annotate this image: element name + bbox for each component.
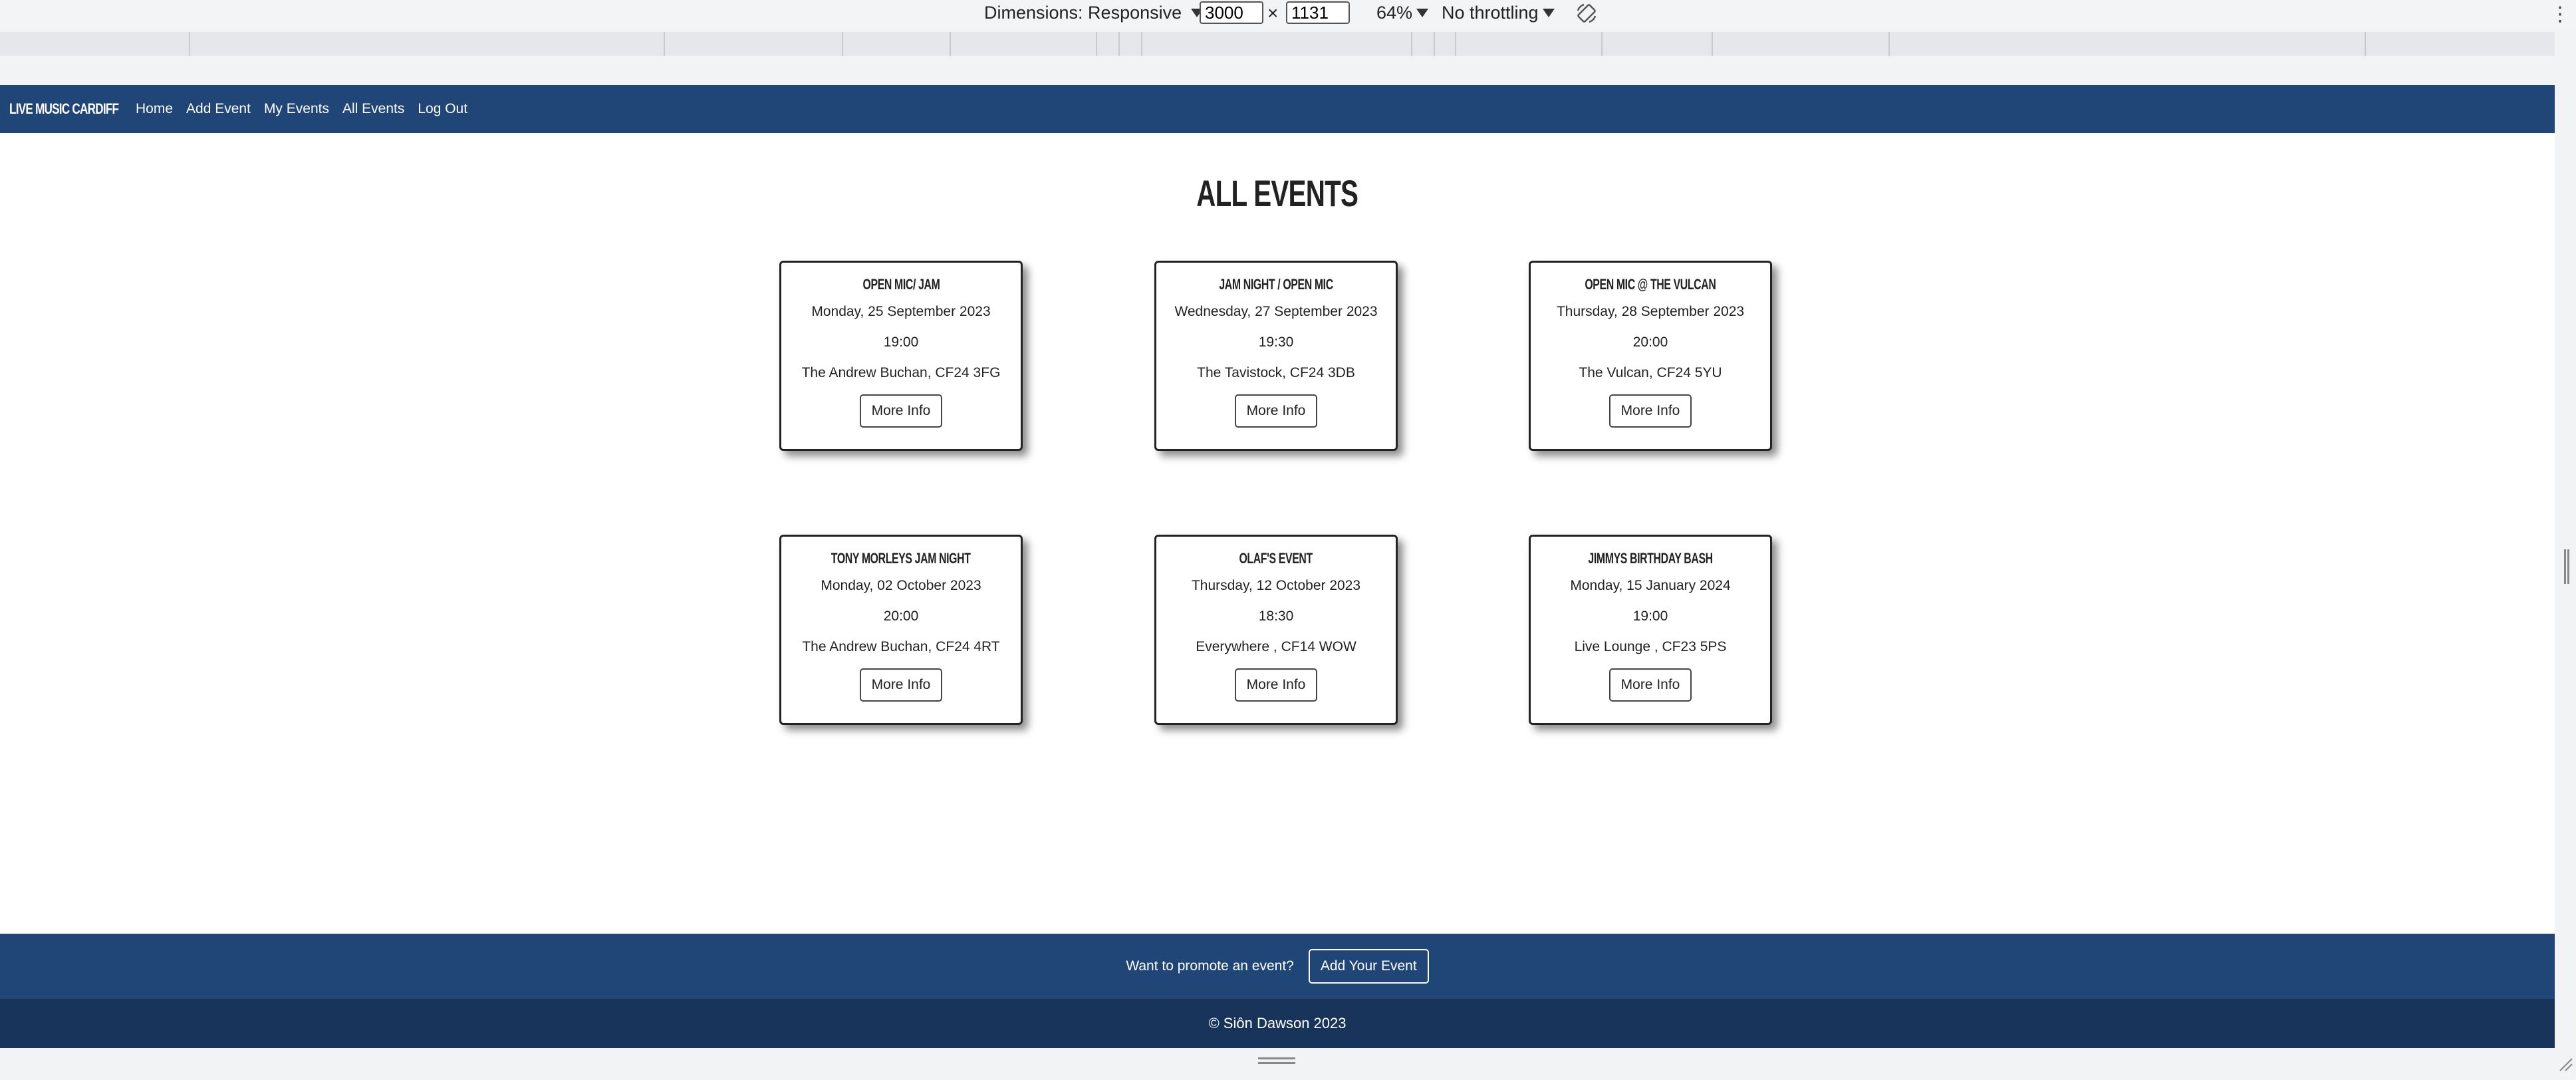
rotate-icon[interactable] [1575, 1, 1599, 25]
zoom-dropdown[interactable]: 64% [1376, 3, 1429, 23]
height-input[interactable] [1286, 1, 1350, 24]
event-time: 20:00 [1632, 335, 1668, 350]
promo-text: Want to promote an event? [1126, 958, 1294, 974]
event-title: Jimmys birthday bash [1588, 550, 1713, 567]
resize-handle-bottom[interactable] [1258, 1057, 1295, 1064]
nav-link-my-events[interactable]: My Events [264, 101, 329, 117]
event-venue: Everywhere , CF14 WOW [1196, 639, 1356, 654]
event-card: Open Mic/ Jam Monday, 25 September 2023 … [779, 261, 1023, 451]
devtools-toolbar: Dimensions: Responsive × 64% No throttli… [0, 0, 2576, 29]
more-info-button[interactable]: More Info [859, 394, 943, 428]
brand-logo[interactable]: Live Music Cardiff [9, 100, 119, 118]
emulated-page: Live Music Cardiff Home Add Event My Eve… [0, 85, 2555, 1048]
kebab-menu-icon[interactable]: ⋮ [2550, 3, 2570, 26]
event-venue: The Vulcan, CF24 5YU [1579, 365, 1722, 380]
event-card: Tony Morleys Jam night Monday, 02 Octobe… [779, 535, 1023, 725]
more-info-button[interactable]: More Info [1234, 668, 1318, 702]
footer-copyright: © Siôn Dawson 2023 [0, 999, 2555, 1048]
event-venue: The Andrew Buchan, CF24 4RT [802, 639, 1000, 654]
nav-link-home[interactable]: Home [136, 101, 173, 117]
resize-handle-right[interactable] [2564, 549, 2569, 584]
more-info-button[interactable]: More Info [1609, 394, 1692, 428]
event-venue: The Andrew Buchan, CF24 3FG [801, 365, 1001, 380]
nav-link-log-out[interactable]: Log Out [418, 101, 467, 117]
page-title: All Events [1196, 172, 1359, 214]
nav-link-all-events[interactable]: All Events [342, 101, 404, 117]
event-date: Thursday, 12 October 2023 [1191, 578, 1361, 593]
event-card: Jimmys birthday bash Monday, 15 January … [1529, 535, 1772, 725]
event-date: Wednesday, 27 September 2023 [1174, 304, 1378, 319]
more-info-button[interactable]: More Info [1609, 668, 1692, 702]
resize-corner-icon[interactable] [2557, 1056, 2573, 1072]
more-info-button[interactable]: More Info [1234, 394, 1318, 428]
event-date: Thursday, 28 September 2023 [1556, 304, 1745, 319]
times-symbol: × [1267, 3, 1279, 23]
event-venue: The Tavistock, CF24 3DB [1197, 365, 1355, 380]
event-time: 19:00 [1632, 608, 1668, 624]
event-title: Tony Morleys Jam night [831, 550, 971, 567]
event-venue: Live Lounge , CF23 5PS [1574, 639, 1727, 654]
navbar: Live Music Cardiff Home Add Event My Eve… [0, 85, 2555, 133]
dimensions-label: Dimensions: Responsive [984, 3, 1182, 23]
event-card: Jam Night / Open Mic Wednesday, 27 Septe… [1154, 261, 1398, 451]
event-title: Open Mic/ Jam [862, 276, 940, 293]
add-your-event-button[interactable]: Add Your Event [1308, 949, 1429, 984]
more-info-button[interactable]: More Info [859, 668, 943, 702]
event-date: Monday, 02 October 2023 [821, 578, 981, 593]
width-input[interactable] [1200, 1, 1263, 24]
footer-promo: Want to promote an event? Add Your Event [0, 934, 2555, 999]
event-title: Olaf's Event [1239, 550, 1313, 567]
event-date: Monday, 25 September 2023 [811, 304, 991, 319]
event-time: 19:00 [883, 335, 919, 350]
copyright-text: © Siôn Dawson 2023 [1208, 1015, 1347, 1031]
throttle-label: No throttling [1442, 3, 1539, 23]
event-date: Monday, 15 January 2024 [1570, 578, 1731, 593]
event-card: Olaf's Event Thursday, 12 October 2023 1… [1154, 535, 1398, 725]
zoom-label: 64% [1376, 3, 1413, 23]
event-title: Jam Night / Open Mic [1219, 276, 1333, 293]
event-time: 20:00 [883, 608, 919, 624]
chevron-down-icon [1416, 9, 1429, 17]
event-time: 19:30 [1258, 335, 1294, 350]
event-card: Open mic @ The Vulcan Thursday, 28 Septe… [1529, 261, 1772, 451]
throttle-dropdown[interactable]: No throttling [1442, 3, 1555, 23]
event-title: Open mic @ The Vulcan [1585, 276, 1716, 293]
event-time: 18:30 [1258, 608, 1294, 624]
chevron-down-icon [1542, 9, 1555, 17]
nav-link-add-event[interactable]: Add Event [186, 101, 251, 117]
dimensions-dropdown[interactable]: Dimensions: Responsive [984, 3, 1204, 23]
media-query-ruler [0, 32, 2555, 56]
